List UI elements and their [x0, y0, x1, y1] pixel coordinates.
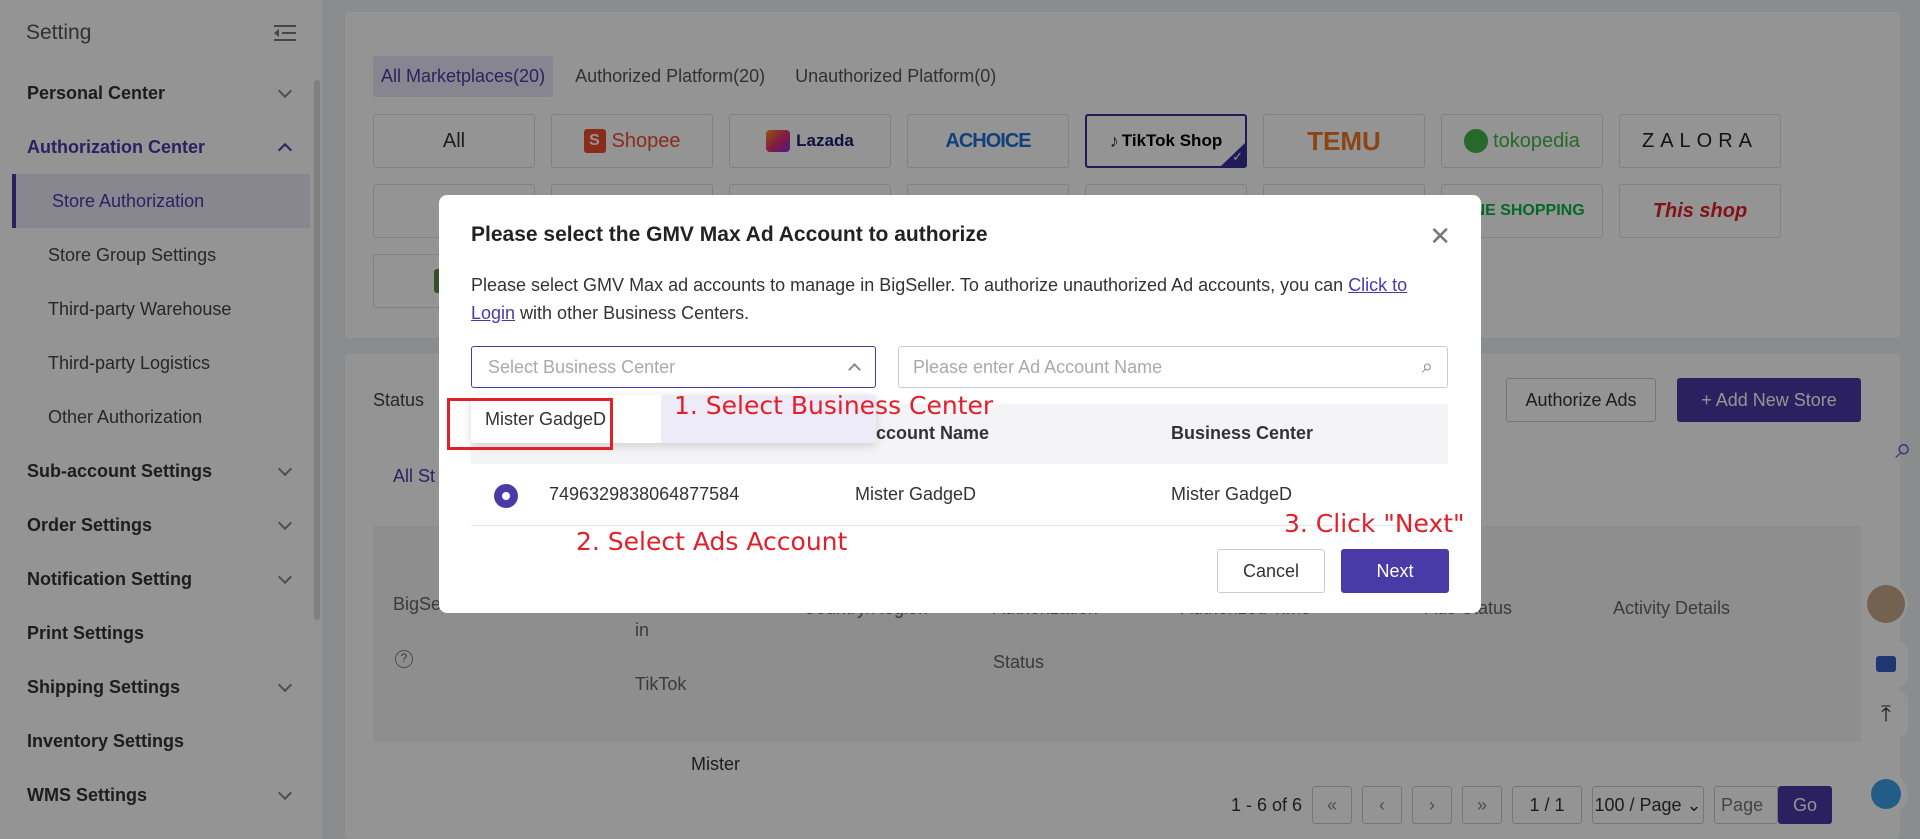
account-name: Mister GadgeD: [855, 484, 977, 504]
annotation-step2: 2. Select Ads Account: [576, 527, 848, 556]
close-icon[interactable]: ✕: [1429, 221, 1451, 252]
authorize-ad-account-modal: Please select the GMV Max Ad Account to …: [439, 195, 1481, 613]
business-center: Mister GadgeD: [1171, 484, 1293, 504]
annotation-step1: 1. Select Business Center: [674, 391, 994, 420]
annotation-step3: 3. Click "Next": [1284, 509, 1465, 538]
modal-title: Please select the GMV Max Ad Account to …: [471, 223, 988, 246]
modal-description: Please select GMV Max ad accounts to man…: [471, 275, 1408, 323]
search-icon: ⌕: [1421, 355, 1433, 378]
ad-account-search-input[interactable]: Please enter Ad Account Name ⌕: [898, 346, 1448, 388]
annotation-highlight-box: [447, 398, 613, 450]
cancel-button[interactable]: Cancel: [1217, 549, 1325, 593]
col-account-name: Account Name: [863, 423, 990, 443]
business-center-select[interactable]: Select Business Center: [471, 346, 876, 388]
account-id: 7496329838064877584: [549, 484, 740, 504]
chevron-up-icon: [848, 363, 861, 376]
col-business-center: Business Center: [1171, 423, 1314, 443]
next-button[interactable]: Next: [1341, 549, 1449, 593]
row-radio[interactable]: [494, 484, 518, 508]
